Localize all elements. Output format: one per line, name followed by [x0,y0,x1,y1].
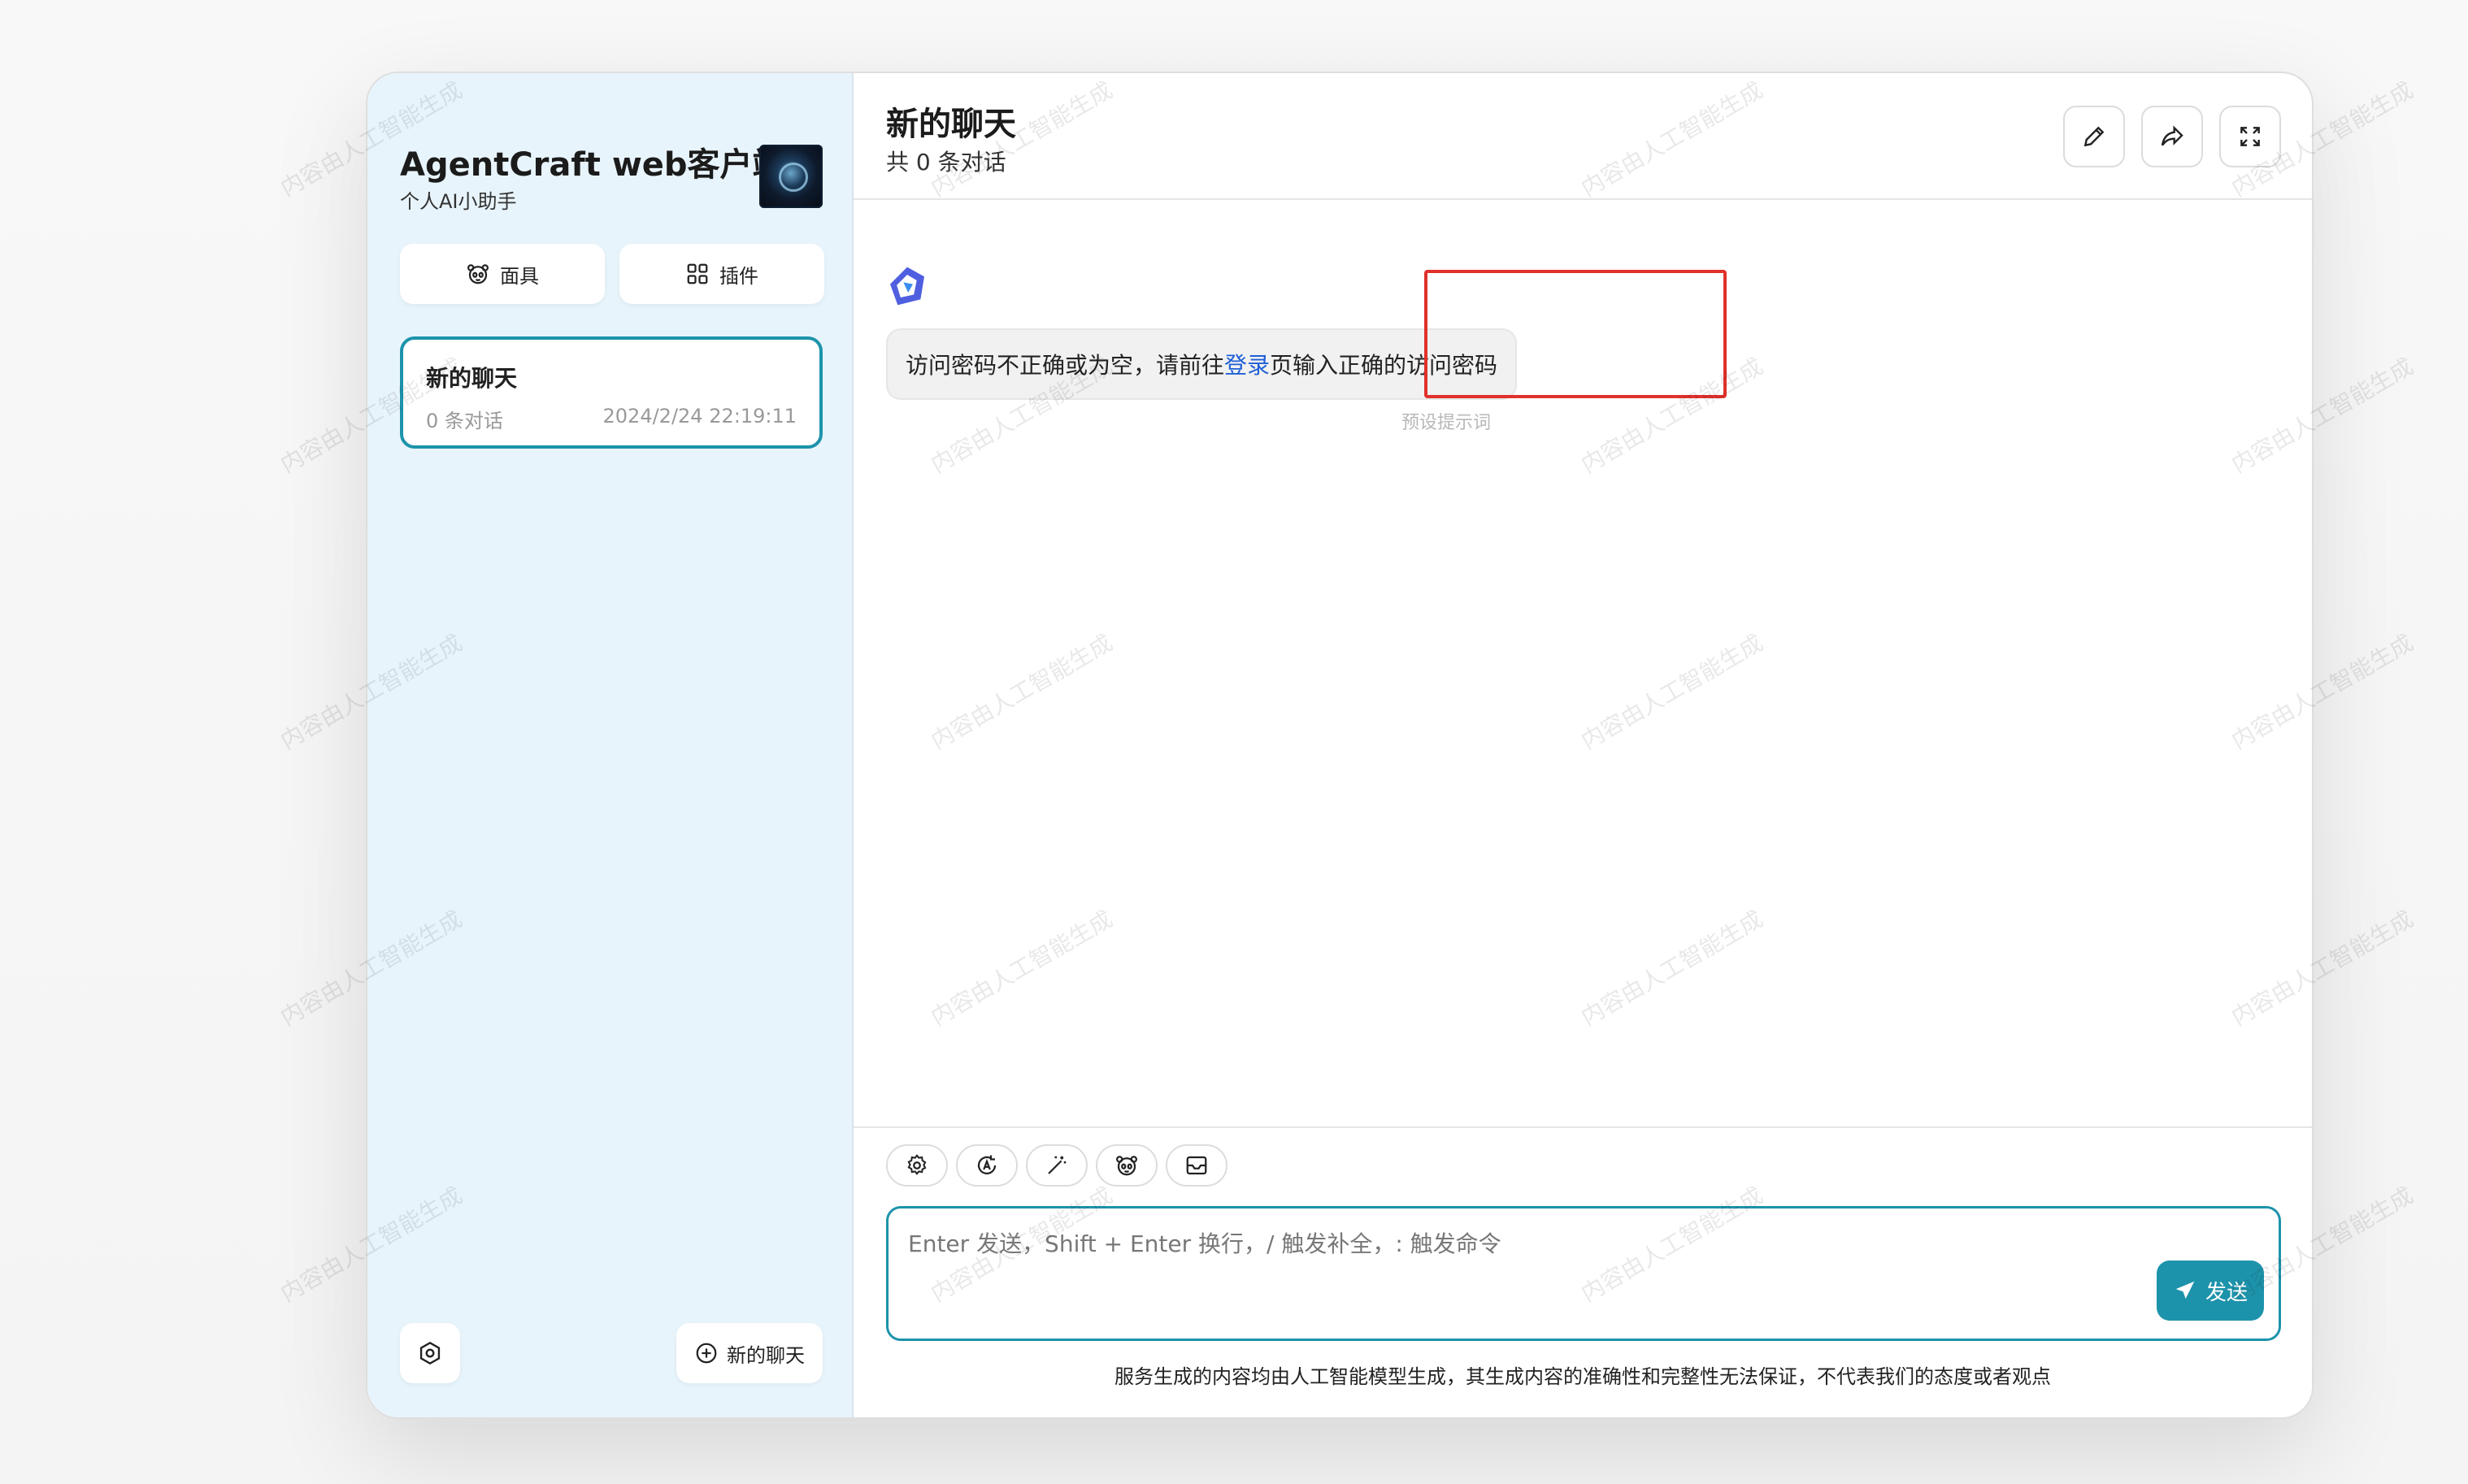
disclaimer-text: 服务生成的内容均由人工智能模型生成，其生成内容的准确性和完整性无法保证，不代表我… [1115,1365,2051,1388]
settings-button[interactable] [400,1323,460,1383]
pencil-icon [2083,126,2105,147]
settings-icon [907,1154,927,1175]
message-text-after: 页输入正确的访问密码 [1270,352,1498,379]
chat-subtitle: 共 0 条对话 [886,149,1006,176]
clear-context-button[interactable] [1166,1144,1227,1187]
chat-item-title: 新的聊天 [426,365,518,392]
send-icon [2175,1281,2195,1299]
message-text-before: 访问密码不正确或为空，请前往 [906,352,1225,379]
mask-tool-button[interactable] [1096,1144,1158,1187]
clear-icon [1186,1156,1207,1175]
sidebar: AgentCraft web客户端 个人AI小助手 面具 插件 新的聊天 0 条… [367,73,854,1417]
gear-icon [419,1341,441,1365]
chat-main: 新的聊天 共 0 条对话 访问密码不正确或为空，请前往 登录 页输入正确的访问密… [854,73,2312,1417]
auto-model-icon [977,1155,997,1175]
grid-icon [687,263,708,284]
chat-list-item[interactable]: 新的聊天 0 条对话 2024/2/24 22:19:11 [400,336,823,449]
model-switch-button[interactable] [956,1144,1018,1187]
mask-button-label: 面具 [500,264,539,288]
desktop-background: AgentCraft web客户端 个人AI小助手 面具 插件 新的聊天 0 条… [0,0,2468,1484]
send-button-label: 发送 [2205,1280,2248,1305]
edit-title-button[interactable] [2063,106,2125,167]
new-chat-button[interactable]: 新的聊天 [676,1323,823,1383]
new-chat-label: 新的聊天 [727,1343,805,1367]
plugin-button-label: 插件 [719,264,758,288]
expand-icon [2240,127,2260,146]
mask-icon [467,264,489,284]
app-title: AgentCraft web客户端 [400,146,785,184]
prompt-magic-button[interactable] [1026,1144,1088,1187]
bot-message-bubble: 访问密码不正确或为空，请前往 登录 页输入正确的访问密码 [886,328,1518,400]
chat-title: 新的聊天 [886,106,1016,143]
app-subtitle: 个人AI小助手 [400,190,517,213]
send-button[interactable]: 发送 [2157,1261,2264,1321]
mask-icon [1116,1156,1137,1176]
add-circle-icon [696,1343,717,1364]
fullscreen-button[interactable] [2219,106,2281,167]
message-input[interactable] [908,1223,2046,1264]
app-window: AgentCraft web客户端 个人AI小助手 面具 插件 新的聊天 0 条… [366,72,2314,1419]
preset-prompt-tag: 预设提示词 [1401,413,1492,433]
chat-settings-button[interactable] [886,1144,948,1187]
bot-avatar-icon [890,267,924,306]
app-logo [759,145,823,208]
share-icon [2161,125,2183,146]
message-input-box: 发送 [886,1206,2281,1341]
magic-wand-icon [1048,1156,1067,1174]
share-button[interactable] [2141,106,2203,167]
chat-item-count: 0 条对话 [426,410,503,432]
plugin-button[interactable]: 插件 [619,244,824,304]
chat-header: 新的聊天 共 0 条对话 [854,73,2312,200]
chat-item-time: 2024/2/24 22:19:11 [602,405,797,427]
login-link[interactable]: 登录 [1224,348,1270,380]
mask-button[interactable]: 面具 [400,244,605,304]
